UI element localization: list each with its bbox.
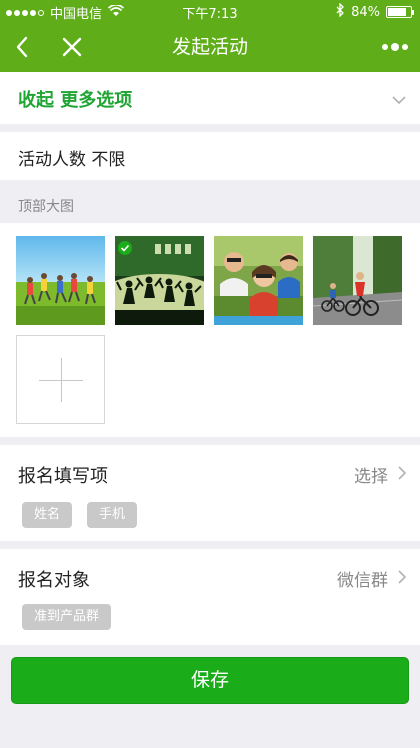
signup-fields-value[interactable]: 选择 xyxy=(354,462,388,487)
signup-target-label: 报名对象 xyxy=(18,570,90,591)
save-button[interactable]: 保存 xyxy=(11,657,409,704)
more-options-row[interactable]: 收起 更多选项 xyxy=(0,72,420,124)
image-picker xyxy=(0,223,420,437)
signup-target-row[interactable]: 报名对象 微信群 准到产品群 xyxy=(0,549,420,645)
bluetooth-icon xyxy=(336,2,345,21)
tag-wechat-group[interactable]: 准到产品群 xyxy=(22,604,112,630)
chevron-down-icon[interactable] xyxy=(392,90,406,109)
tag-phone[interactable]: 手机 xyxy=(87,502,138,528)
friends-selfie-image[interactable] xyxy=(214,236,303,325)
battery-fill xyxy=(388,8,407,16)
more-options-label[interactable]: 收起 更多选项 xyxy=(18,86,132,112)
cycling-image[interactable] xyxy=(313,236,402,325)
signup-fields-label: 报名填写项 xyxy=(18,466,108,487)
tag-name[interactable]: 姓名 xyxy=(22,502,73,528)
signup-target-value[interactable]: 微信群 xyxy=(337,566,388,591)
more-icon[interactable] xyxy=(378,22,412,72)
participants-label: 活动人数 不限 xyxy=(18,150,126,170)
selected-check-icon xyxy=(118,241,132,255)
chevron-right-icon[interactable] xyxy=(398,465,407,484)
status-bar: 中国电信 下午7:13 84% xyxy=(0,0,420,22)
page-title: 发起活动 xyxy=(171,36,248,58)
chevron-right-icon[interactable] xyxy=(398,569,407,588)
nav-bar: 发起活动 xyxy=(0,22,420,72)
meadow-running-image[interactable] xyxy=(16,236,105,325)
status-right: 84% xyxy=(336,2,414,21)
signup-fields-row[interactable]: 报名填写项 选择 姓名 手机 xyxy=(0,445,420,541)
battery-icon xyxy=(386,6,414,18)
top-image-section-label: 顶部大图 xyxy=(18,199,74,215)
silhouette-jump-image[interactable] xyxy=(115,236,204,325)
battery-percent: 84% xyxy=(351,4,380,20)
participants-row[interactable]: 活动人数 不限 xyxy=(0,132,420,180)
add-image-button[interactable] xyxy=(16,335,105,424)
